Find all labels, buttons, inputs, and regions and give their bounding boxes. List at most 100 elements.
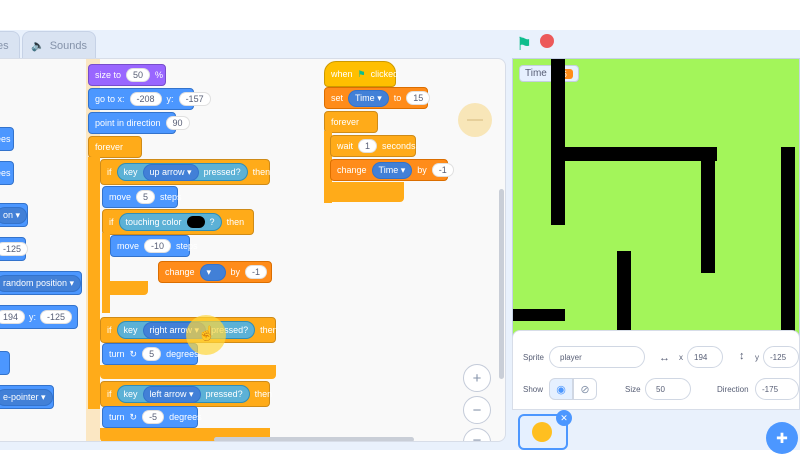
stage[interactable]: Time -6 [512, 58, 800, 356]
horizontal-scrollbar[interactable] [214, 437, 414, 441]
maze-wall [565, 147, 717, 161]
if-touching-block[interactable]: if touching color ? then [102, 209, 254, 235]
if-touching-arm [102, 233, 110, 313]
palette-turn-right-block[interactable]: ees [0, 127, 14, 151]
change-var-dropdown[interactable] [199, 263, 226, 281]
zoom-out-icon: − [472, 401, 482, 419]
key-up-arrow-block[interactable]: key up arrow pressed? [116, 163, 248, 181]
maze-wall [513, 309, 565, 321]
y-arrows-icon: ↕ [739, 350, 745, 362]
change-time-block[interactable]: change Time by -1 [330, 159, 454, 181]
turn-left-block[interactable]: turn ↻ -5 degrees [102, 406, 202, 428]
direction-input-field[interactable]: -175 [755, 378, 799, 400]
tab-sounds[interactable]: 🔈 Sounds [22, 31, 96, 59]
sprite-info-pane: Sprite player ↔ x 194 ↕ y -125 Show ◉ ⊘ … [512, 330, 800, 410]
if-right-arrow-foot [100, 365, 276, 379]
change-var-block[interactable]: change by -1 [158, 261, 272, 283]
stop-icon[interactable] [540, 34, 554, 48]
scratch-editor: es 🔈 Sounds ees ees on -125 random posit… [0, 30, 800, 454]
move-back-input[interactable]: -10 [144, 239, 172, 253]
sprite-thumbnail [532, 422, 552, 442]
block-palette: ees ees on -125 random position 194 y: -… [0, 59, 86, 441]
zoom-reset-icon: = [472, 433, 482, 442]
touching-color-block[interactable]: touching color ? [118, 213, 222, 231]
wait-input[interactable]: 1 [358, 139, 378, 153]
sprite-list: ✕ ✚ [512, 410, 800, 454]
mouse-pointer-dropdown[interactable]: e-pointer [0, 388, 53, 406]
turn-right-block[interactable]: turn ↻ 5 degrees [102, 343, 199, 365]
forever-block[interactable]: forever [88, 136, 142, 158]
size-input[interactable]: 50 [126, 68, 151, 82]
delete-icon[interactable]: ✕ [556, 410, 572, 426]
maze-wall [701, 147, 715, 273]
change-time-input[interactable]: -1 [431, 163, 454, 177]
glide-x-input[interactable]: 194 [0, 310, 26, 324]
zoom-in-icon: + [472, 369, 482, 387]
maze-wall [781, 147, 795, 355]
stage-header: ⚑ [512, 30, 800, 58]
up-arrow-dropdown[interactable]: up arrow [142, 163, 199, 181]
if-left-arrow-block[interactable]: if key left arrow pressed? then [100, 381, 272, 407]
if-up-arrow-block[interactable]: if key up arrow pressed? then [100, 159, 270, 185]
vertical-scrollbar[interactable] [499, 189, 504, 379]
glide-y-input[interactable]: -125 [40, 310, 73, 324]
left-arrow-dropdown[interactable]: left arrow [142, 385, 201, 403]
zoom-reset-button[interactable]: = [463, 428, 491, 442]
direction-input[interactable]: 90 [165, 116, 190, 130]
pointer-hand-icon: ☝ [198, 325, 216, 341]
rotate-left-icon: ↻ [129, 411, 138, 422]
move-back-block[interactable]: move -10 steps [110, 235, 198, 257]
palette-go-to-xy-block[interactable]: -125 [0, 237, 29, 261]
size-input-field[interactable]: 50 [645, 378, 691, 400]
sprite-tile-player[interactable]: ✕ [518, 410, 572, 450]
change-by-input[interactable]: -1 [245, 265, 268, 279]
zoom-in-button[interactable]: + [463, 364, 491, 392]
sprite-thumbnail-ghost [458, 103, 492, 137]
set-time-input[interactable]: 15 [406, 91, 431, 105]
go-to-xy-block[interactable]: go to x: -208 y: -157 [88, 88, 211, 110]
if-touching-foot [102, 281, 148, 295]
forever-block-2[interactable]: forever [324, 111, 378, 133]
wait-block[interactable]: wait 1 seconds [330, 135, 416, 157]
y-position-input[interactable]: -125 [763, 346, 799, 368]
point-towards-dropdown[interactable]: on [0, 206, 28, 224]
x-arrows-icon: ↔ [659, 352, 670, 364]
tab-costumes[interactable]: es [0, 31, 20, 59]
turn-left-input[interactable]: -5 [142, 410, 165, 424]
go-to-y-input[interactable]: -125 [0, 242, 29, 256]
random-position-dropdown[interactable]: random position [0, 274, 82, 292]
zoom-out-button[interactable]: − [463, 396, 491, 424]
forever-arm [88, 157, 100, 409]
goto-x-input[interactable]: -208 [129, 92, 162, 106]
move-input[interactable]: 5 [136, 190, 156, 204]
flag-icon: ⚑ [357, 68, 366, 79]
palette-point-towards-block[interactable]: on [0, 203, 28, 227]
show-eye-icon[interactable]: ◉ [549, 378, 573, 400]
goto-y-input[interactable]: -157 [178, 92, 211, 106]
change-time-dropdown[interactable]: Time [371, 161, 413, 179]
color-swatch[interactable] [186, 216, 205, 228]
set-time-block[interactable]: set Time to 15 [324, 87, 431, 109]
when-flag-clicked-block[interactable]: when ⚑ clicked [324, 61, 398, 87]
palette-go-to-random-block[interactable]: random position [0, 271, 82, 295]
move-block[interactable]: move 5 steps [102, 186, 182, 208]
palette-glide-to-block[interactable]: e-pointer [0, 385, 54, 409]
palette-small-block[interactable] [0, 351, 10, 375]
rotate-right-icon: ↻ [129, 348, 138, 359]
hide-eye-icon[interactable]: ⊘ [573, 378, 597, 400]
turn-right-input[interactable]: 5 [142, 347, 162, 361]
palette-turn-left-block[interactable]: ees [0, 161, 14, 185]
key-left-arrow-block[interactable]: key left arrow pressed? [116, 385, 250, 403]
sprite-name-input[interactable]: player [549, 346, 645, 368]
set-size-block[interactable]: size to 50 % [88, 64, 166, 86]
variable-monitor-time[interactable]: Time -6 [519, 65, 579, 82]
point-direction-block[interactable]: point in direction 90 [88, 112, 190, 134]
set-var-dropdown[interactable]: Time [348, 89, 389, 107]
x-position-input[interactable]: 194 [687, 346, 723, 368]
palette-glide-block[interactable]: 194 y: -125 [0, 305, 78, 329]
code-area[interactable]: ees ees on -125 random position 194 y: -… [0, 58, 506, 442]
top-strip [0, 0, 800, 30]
choose-sprite-icon[interactable]: ✚ [766, 422, 798, 454]
sound-icon: 🔈 [31, 40, 45, 52]
green-flag-icon[interactable]: ⚑ [516, 34, 532, 55]
